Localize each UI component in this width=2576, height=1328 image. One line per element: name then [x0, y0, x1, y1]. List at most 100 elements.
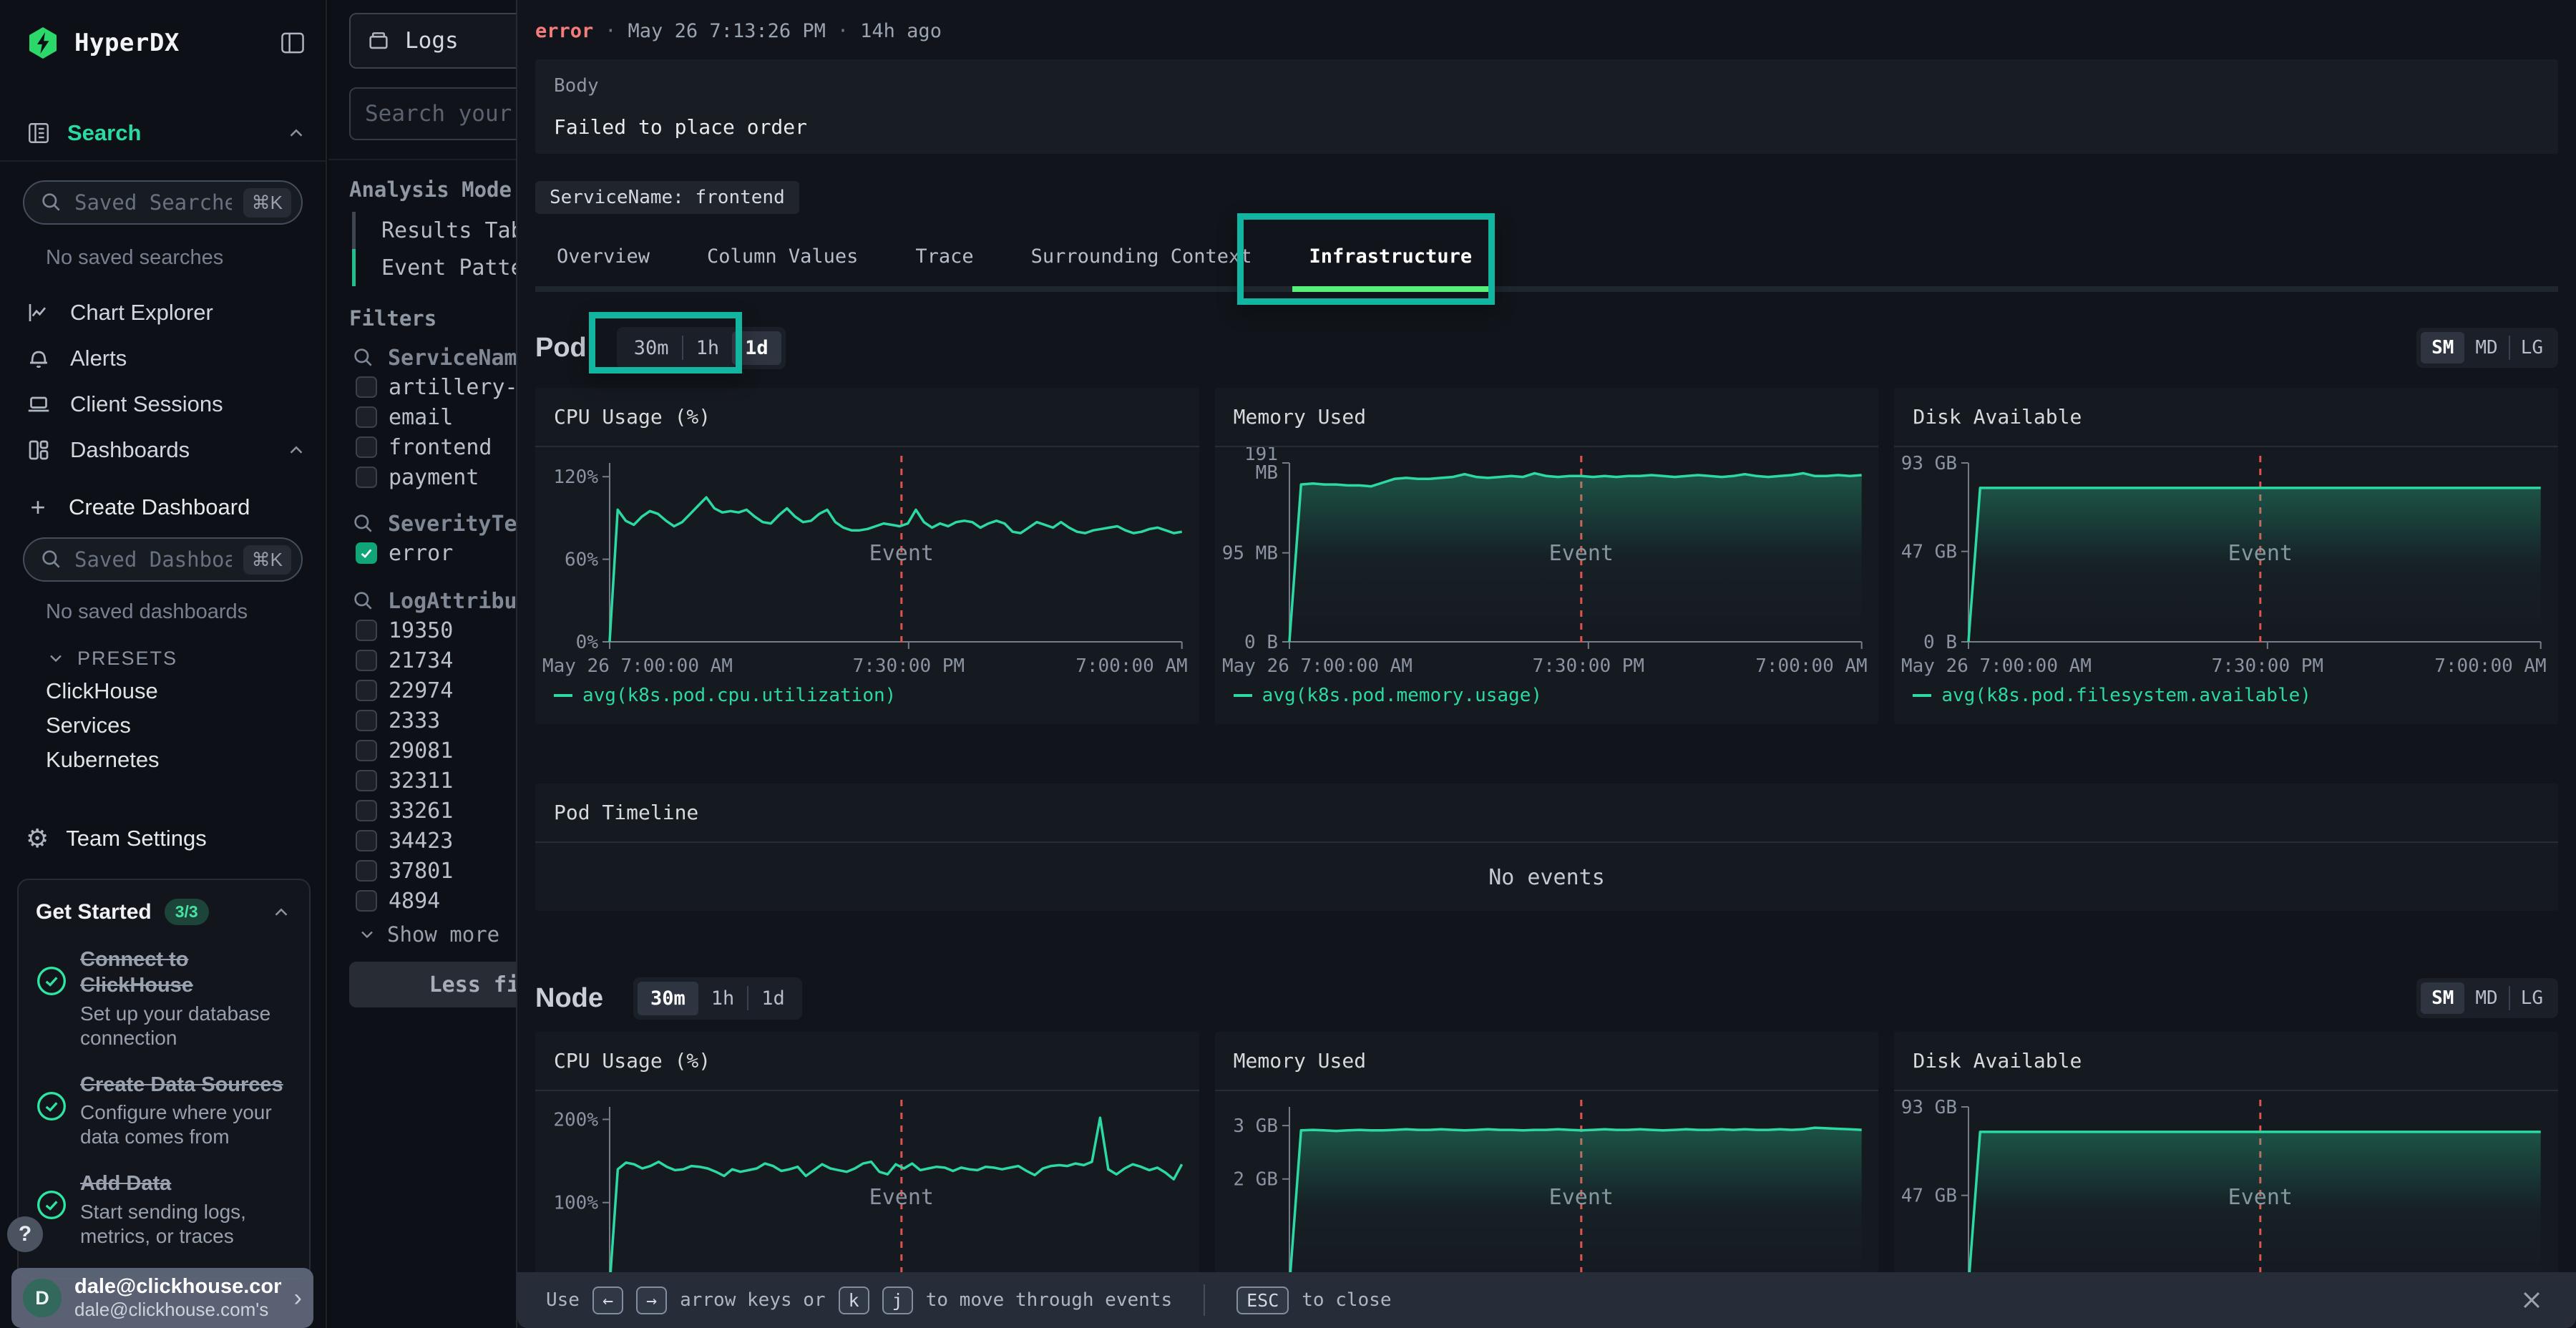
search-icon[interactable]: [352, 590, 375, 612]
checkbox[interactable]: [356, 770, 377, 791]
create-dashboard-button[interactable]: + Create Dashboard: [0, 487, 326, 527]
sidebar-item-alerts[interactable]: Alerts: [0, 336, 326, 381]
pod-range-1h[interactable]: 1h: [683, 331, 733, 365]
svg-text:Event: Event: [869, 541, 934, 566]
svg-text:7:00:00 AM: 7:00:00 AM: [2435, 655, 2547, 677]
saved-dashboards-placeholder: Saved Dashboards: [74, 547, 232, 572]
tab-infrastructure[interactable]: Infrastructure: [1288, 234, 1494, 286]
collapse-sidebar-icon[interactable]: [278, 29, 307, 57]
legend-dash: [1234, 694, 1252, 697]
pod-size-md[interactable]: MD: [2464, 332, 2508, 363]
user-profile-chip[interactable]: D dale@clickhouse.com dale@clickhouse.co…: [11, 1268, 313, 1328]
search-icon[interactable]: [352, 512, 375, 535]
get-started-item[interactable]: Connect to ClickHouse Set up your databa…: [36, 947, 292, 1050]
chart-title: Disk Available: [1894, 388, 2558, 447]
chart-title: Disk Available: [1894, 1032, 2558, 1091]
checkbox[interactable]: [356, 680, 377, 701]
svg-text:93 GB: 93 GB: [1901, 453, 1957, 474]
dot-separator: ·: [837, 20, 849, 42]
chart-title: Memory Used: [1215, 1032, 1879, 1091]
get-started-title: Get Started: [36, 900, 152, 924]
node-size-sm[interactable]: SM: [2421, 982, 2464, 1014]
tab-trace[interactable]: Trace: [894, 234, 995, 286]
search-icon: [40, 548, 63, 571]
laptop-icon: [26, 391, 52, 417]
node-range-30m[interactable]: 30m: [638, 982, 698, 1015]
checkbox[interactable]: [356, 710, 377, 731]
checkbox-checked[interactable]: [356, 542, 377, 564]
checkbox[interactable]: [356, 376, 377, 398]
preset-kubernetes[interactable]: Kubernetes: [0, 743, 326, 777]
search-icon[interactable]: [352, 346, 375, 369]
chart-title: CPU Usage (%): [535, 388, 1199, 447]
logs-box-icon: [366, 29, 391, 53]
help-button[interactable]: ?: [7, 1216, 43, 1252]
get-started-panel: Get Started 3/3 Connect to ClickHouse Se…: [17, 879, 311, 1279]
chart-legend: avg(k8s.pod.filesystem.available): [1894, 685, 2558, 706]
pod-range-1d[interactable]: 1d: [732, 331, 781, 365]
severity-badge: error: [535, 20, 593, 42]
svg-text:3 GB: 3 GB: [1233, 1115, 1278, 1137]
pod-charts-row: CPU Usage (%) 0%60%120%May 26 7:00:00 AM…: [535, 388, 2558, 724]
checkbox[interactable]: [356, 620, 377, 641]
shortcut-badge: ⌘K: [243, 188, 291, 218]
checkbox[interactable]: [356, 436, 377, 458]
event-timestamp: May 26 7:13:26 PM: [628, 20, 826, 42]
tab-surrounding-context[interactable]: Surrounding Context: [1010, 234, 1274, 286]
sidebar-search-label: Search: [67, 120, 270, 146]
chart-plot: 0 B95 MB191MBMay 26 7:00:00 AM7:30:00 PM…: [1215, 447, 1879, 683]
preset-services[interactable]: Services: [0, 708, 326, 743]
node-size-md[interactable]: MD: [2464, 982, 2508, 1014]
step-desc: Configure where your data comes from: [80, 1100, 292, 1149]
chart-plot: 0%60%120%May 26 7:00:00 AM7:30:00 PM7:00…: [535, 447, 1199, 683]
presets-label: PRESETS: [77, 648, 177, 670]
mode-indicator: [352, 212, 356, 249]
tab-overview[interactable]: Overview: [535, 234, 671, 286]
chart-pod-disk: Disk Available 0 B47 GB93 GBMay 26 7:00:…: [1894, 388, 2558, 724]
team-settings-button[interactable]: ⚙ Team Settings: [0, 819, 326, 859]
checkbox[interactable]: [356, 650, 377, 671]
get-started-item[interactable]: Add Data Start sending logs, metrics, or…: [36, 1171, 292, 1249]
step-desc: Set up your database connection: [80, 1002, 292, 1050]
pod-size-control: SM MD LG: [2416, 328, 2558, 368]
service-name-chip[interactable]: ServiceName: frontend: [535, 181, 799, 214]
pod-range-30m[interactable]: 30m: [621, 331, 682, 365]
mode-indicator: [352, 249, 356, 286]
node-size-lg[interactable]: LG: [2510, 982, 2554, 1014]
checkbox[interactable]: [356, 406, 377, 428]
saved-dashboards-input[interactable]: Saved Dashboards ⌘K: [23, 537, 303, 582]
pod-timeline-title: Pod Timeline: [535, 783, 2558, 843]
get-started-item[interactable]: Create Data Sources Configure where your…: [36, 1072, 292, 1150]
checkbox[interactable]: [356, 800, 377, 821]
close-icon[interactable]: [2516, 1284, 2547, 1316]
node-range-1d[interactable]: 1d: [748, 982, 798, 1015]
svg-text:7:30:00 PM: 7:30:00 PM: [1532, 655, 1644, 677]
footer-text: to close: [1302, 1289, 1391, 1311]
search-icon: [40, 191, 63, 214]
pod-size-lg[interactable]: LG: [2510, 332, 2554, 363]
saved-searches-placeholder: Saved Searches: [74, 190, 232, 215]
tab-column-values[interactable]: Column Values: [686, 234, 879, 286]
pod-timeline-card: Pod Timeline No events: [535, 783, 2558, 911]
svg-text:120%: 120%: [553, 467, 598, 488]
sidebar-item-client-sessions[interactable]: Client Sessions: [0, 381, 326, 427]
checkbox[interactable]: [356, 830, 377, 851]
checkbox[interactable]: [356, 890, 377, 912]
checkbox[interactable]: [356, 740, 377, 761]
sidebar-section-search[interactable]: Search: [26, 116, 307, 150]
svg-text:100%: 100%: [553, 1193, 598, 1214]
node-range-1h[interactable]: 1h: [698, 982, 748, 1015]
svg-text:95 MB: 95 MB: [1221, 543, 1277, 565]
saved-searches-input[interactable]: Saved Searches ⌘K: [23, 180, 303, 225]
sidebar-item-dashboards[interactable]: Dashboards: [0, 427, 326, 473]
checkbox[interactable]: [356, 467, 377, 488]
presets-toggle[interactable]: PRESETS: [46, 643, 326, 674]
node-section-header: Node 30m 1h 1d SM MD LG: [535, 975, 2558, 1021]
create-dashboard-label: Create Dashboard: [69, 494, 250, 520]
checkbox[interactable]: [356, 860, 377, 882]
chevron-up-icon[interactable]: [270, 902, 292, 923]
pod-size-sm[interactable]: SM: [2421, 332, 2464, 363]
sidebar-item-chart-explorer[interactable]: Chart Explorer: [0, 290, 326, 336]
preset-clickhouse[interactable]: ClickHouse: [0, 674, 326, 708]
chart-explorer-icon: [26, 300, 52, 326]
